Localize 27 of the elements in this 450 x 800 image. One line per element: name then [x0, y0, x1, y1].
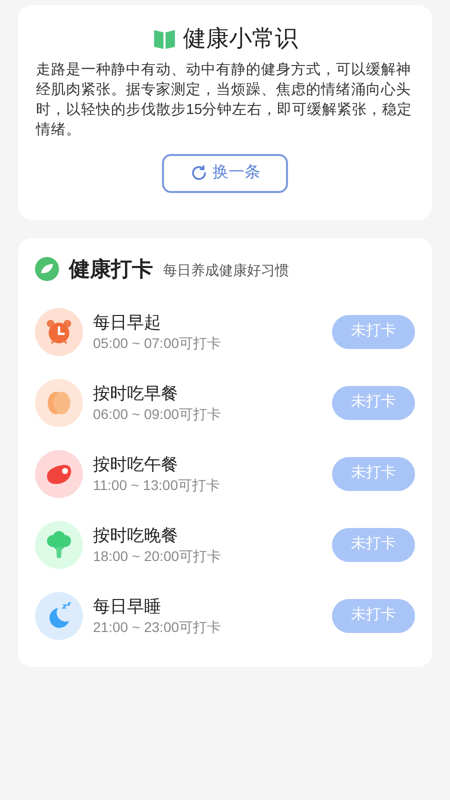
habit-name: 按时吃早餐	[93, 382, 179, 404]
checkin-subtitle: 每日养成健康好习惯	[163, 261, 289, 280]
habit-name: 按时吃午餐	[93, 454, 179, 476]
leaf-icon	[35, 257, 59, 282]
refresh-icon	[190, 164, 208, 182]
peach-icon	[35, 378, 83, 426]
habit-name: 按时吃晚餐	[93, 524, 179, 546]
sleeping-moon-icon	[35, 592, 83, 640]
checkin-button[interactable]: 未打卡	[332, 598, 415, 632]
checkin-button[interactable]: 未打卡	[332, 456, 415, 490]
broccoli-icon	[35, 520, 83, 568]
next-tip-button[interactable]: 换一条	[162, 154, 288, 192]
alarm-clock-icon	[35, 308, 83, 356]
habit-time: 18:00 ~ 20:00可打卡	[93, 546, 222, 564]
habit-time: 06:00 ~ 09:00可打卡	[93, 404, 222, 422]
habit-time: 21:00 ~ 23:00可打卡	[93, 618, 222, 636]
tip-text: 走路是一种静中有动、动中有静的健身方式，可以缓解神经肌肉紧张。据专家测定，当烦躁、焦虑的情绪涌向心头时，以轻快的步伐散步15分钟左右，即可缓解紧张，稳定情绪。	[36, 60, 414, 140]
habit-name: 每日早起	[93, 312, 162, 334]
tip-title: 健康小常识	[183, 24, 298, 53]
checkin-button[interactable]: 未打卡	[332, 314, 415, 348]
checkin-button[interactable]: 未打卡	[332, 528, 415, 562]
checkin-title: 健康打卡	[69, 256, 153, 282]
habit-time: 11:00 ~ 13:00可打卡	[93, 476, 221, 494]
steak-icon	[35, 450, 83, 498]
habit-name: 每日早睡	[93, 596, 162, 618]
checkin-button[interactable]: 未打卡	[332, 386, 415, 420]
habit-time: 05:00 ~ 07:00可打卡	[93, 334, 222, 352]
